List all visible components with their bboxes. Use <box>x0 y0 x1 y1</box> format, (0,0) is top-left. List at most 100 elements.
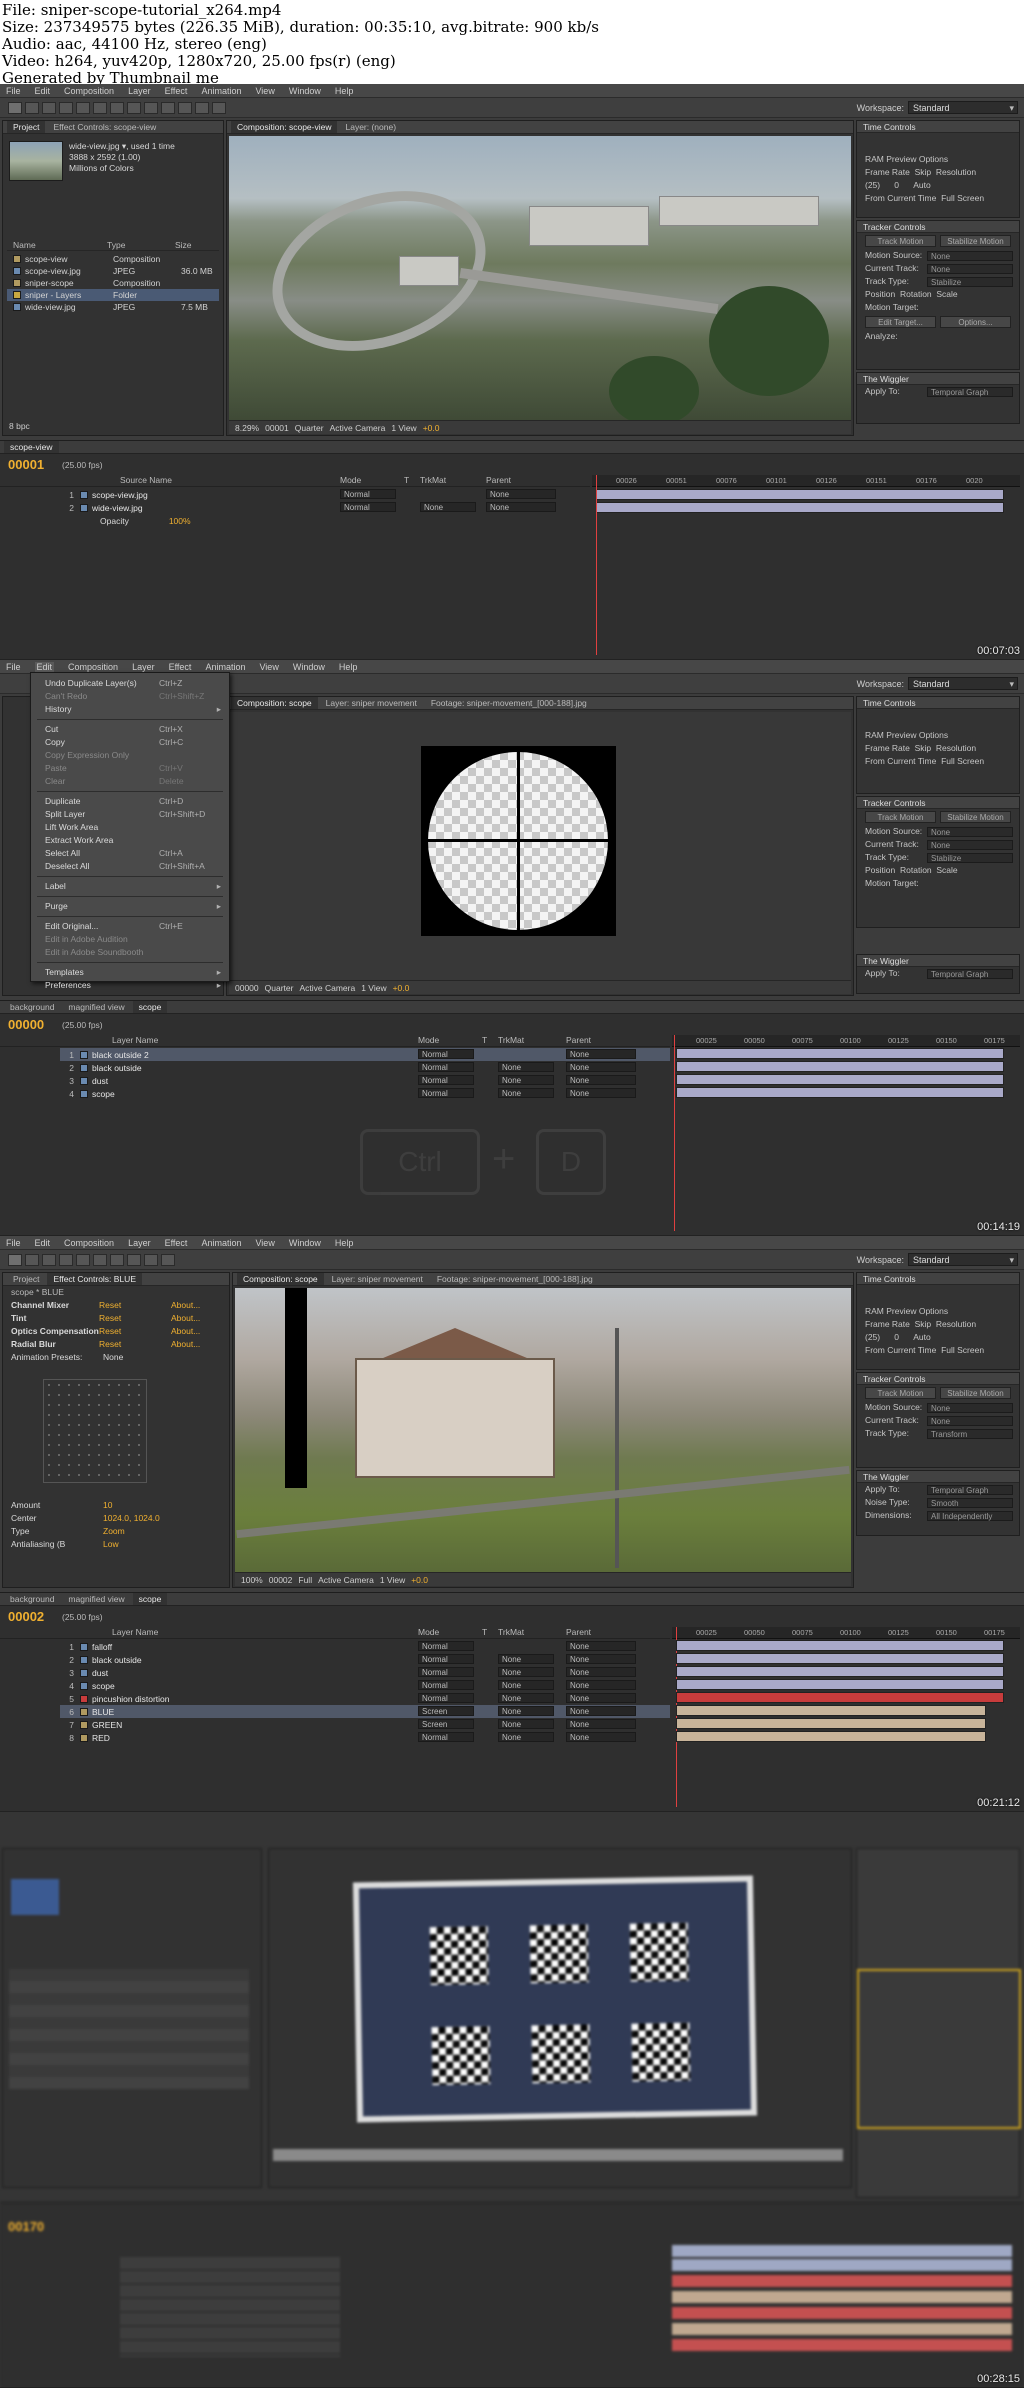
layer-label-color[interactable] <box>80 1733 88 1742</box>
timeline-layer-row[interactable]: 1 black outside 2 Normal None <box>60 1048 670 1061</box>
timeline-layer-row[interactable]: 1 scope-view.jpg Normal None <box>60 488 590 501</box>
resolution-value[interactable]: Auto <box>913 180 931 190</box>
full-screen-checkbox[interactable]: Full Screen <box>941 193 984 203</box>
layer-mode-dropdown[interactable]: Screen <box>418 1719 474 1729</box>
menu-animation[interactable]: Animation <box>201 86 241 96</box>
menu-edit[interactable]: Edit <box>35 1238 51 1248</box>
current-frame[interactable]: 00000 <box>235 983 259 993</box>
track-type-dropdown[interactable]: Transform <box>927 1429 1013 1439</box>
edit-menu-item[interactable]: Edit Original... Ctrl+E <box>31 920 229 933</box>
layer-name[interactable]: BLUE <box>92 1707 114 1717</box>
footage-scrubber[interactable] <box>273 2149 843 2161</box>
timeline-tab-background[interactable]: background <box>4 1593 60 1605</box>
layer-label-color[interactable] <box>80 1089 88 1098</box>
layer-parent-dropdown[interactable]: None <box>566 1049 636 1059</box>
menu-animation[interactable]: Animation <box>205 662 245 672</box>
apply-to-dropdown[interactable]: Temporal Graph <box>927 1485 1013 1495</box>
edit-menu-item[interactable]: Templates ▸ <box>31 966 229 979</box>
timeline-layer-row[interactable]: 4 scope Normal None None <box>60 1679 670 1692</box>
effect-reset-link[interactable]: Reset <box>99 1338 121 1351</box>
timeline-tab-magnified-view[interactable]: magnified view <box>62 1593 130 1605</box>
motion-source-dropdown[interactable]: None <box>927 1403 1013 1413</box>
from-current-time-checkbox[interactable]: From Current Time <box>865 193 936 203</box>
layer-duration-bar[interactable] <box>676 1666 1004 1677</box>
menu-edit[interactable]: Edit <box>34 661 55 672</box>
col-source-name[interactable]: Source Name <box>120 475 172 485</box>
parameter-value[interactable]: 1024.0, 1024.0 <box>103 1512 160 1525</box>
effect-reset-link[interactable]: Reset <box>99 1312 121 1325</box>
layer-duration-bar[interactable] <box>676 1731 986 1742</box>
layer-duration-bar[interactable] <box>676 1087 1004 1098</box>
layer-mode-dropdown[interactable]: Normal <box>418 1062 474 1072</box>
from-current-time-checkbox[interactable]: From Current Time <box>865 1345 936 1355</box>
menu-file[interactable]: File <box>6 86 21 96</box>
camera-tool-icon[interactable] <box>76 1254 90 1266</box>
tab-project[interactable]: Project <box>7 121 46 133</box>
tab-footage[interactable]: Footage: sniper-movement_[000-188].jpg <box>431 1273 599 1285</box>
timeline-tab-background[interactable]: background <box>4 1001 60 1013</box>
stabilize-motion-button[interactable]: Stabilize Motion <box>940 1387 1011 1399</box>
layer-name[interactable]: pincushion distortion <box>92 1694 170 1704</box>
menu-window[interactable]: Window <box>289 86 321 96</box>
project-item-row[interactable]: sniper - Layers Folder <box>7 289 219 301</box>
timeline-tab-scope-view[interactable]: scope-view <box>4 441 59 453</box>
timeline-layer-row[interactable]: 2 black outside Normal None None <box>60 1061 670 1074</box>
tab-effect-controls[interactable]: Effect Controls: scope-view <box>47 121 162 133</box>
current-frame[interactable]: 00002 <box>269 1575 293 1585</box>
col-layer-name[interactable]: Layer Name <box>112 1627 158 1637</box>
rotate-tool-icon[interactable] <box>59 102 73 114</box>
layer-mode-dropdown[interactable]: Normal <box>418 1641 474 1651</box>
bpc-indicator[interactable]: 8 bpc <box>9 421 30 431</box>
edit-menu-item[interactable]: Deselect All Ctrl+Shift+A <box>31 860 229 873</box>
timeline-layer-row[interactable]: 3 dust Normal None None <box>60 1666 670 1679</box>
layer-parent-dropdown[interactable]: None <box>566 1732 636 1742</box>
brush-tool-icon[interactable] <box>161 1254 175 1266</box>
layer-duration-bar[interactable] <box>676 1718 986 1729</box>
workspace-dropdown[interactable]: Standard <box>908 101 1018 114</box>
layer-trkmat-dropdown[interactable]: None <box>498 1680 554 1690</box>
composition-viewer[interactable] <box>229 712 851 980</box>
zoom-level[interactable]: 8.29% <box>235 423 259 433</box>
layer-mode-dropdown[interactable]: Normal <box>418 1075 474 1085</box>
effect-name[interactable]: Radial Blur <box>11 1339 56 1349</box>
views-dropdown[interactable]: 1 View <box>391 423 416 433</box>
layer-label-color[interactable] <box>80 1076 88 1085</box>
views-dropdown[interactable]: 1 View <box>361 983 386 993</box>
layer-parent-dropdown[interactable]: None <box>566 1088 636 1098</box>
layer-duration-bar[interactable] <box>676 1074 1004 1085</box>
layer-mode-dropdown[interactable]: Normal <box>418 1667 474 1677</box>
col-parent[interactable]: Parent <box>486 475 511 485</box>
dimensions-dropdown[interactable]: All Independently <box>927 1511 1013 1521</box>
col-mode[interactable]: Mode <box>418 1627 439 1637</box>
zoom-tool-icon[interactable] <box>42 102 56 114</box>
effect-name[interactable]: Tint <box>11 1313 26 1323</box>
menu-file[interactable]: File <box>6 662 21 672</box>
tab-layer[interactable]: Layer: sniper movement <box>326 1273 429 1285</box>
layer-trkmat-dropdown[interactable]: None <box>498 1667 554 1677</box>
timecode[interactable]: 00170 <box>8 2219 44 2234</box>
layer-trkmat-dropdown[interactable]: None <box>498 1075 554 1085</box>
layer-mode-dropdown[interactable]: Normal <box>340 502 396 512</box>
layer-name[interactable]: falloff <box>92 1642 112 1652</box>
timeline-layer-row[interactable]: 8 RED Normal None None <box>60 1731 670 1744</box>
layer-name[interactable]: wide-view.jpg <box>92 503 143 513</box>
col-parent[interactable]: Parent <box>566 1035 591 1045</box>
timeline-layer-row[interactable]: 7 GREEN Screen None None <box>60 1718 670 1731</box>
stabilize-motion-button[interactable]: Stabilize Motion <box>940 235 1011 247</box>
layer-label-color[interactable] <box>80 1668 88 1677</box>
tab-layer[interactable]: Layer: (none) <box>339 121 402 133</box>
skip-value[interactable]: 0 <box>894 180 899 190</box>
layer-label-color[interactable] <box>80 1694 88 1703</box>
timeline-layer-row[interactable]: 3 dust Normal None None <box>60 1074 670 1087</box>
composition-viewer[interactable] <box>235 1288 851 1572</box>
layer-label-color[interactable] <box>80 1063 88 1072</box>
time-ruler[interactable]: 00025 00050 00075 00100 00125 00150 00175 <box>672 1627 1020 1639</box>
layer-trkmat-dropdown[interactable]: None <box>498 1654 554 1664</box>
effect-about-link[interactable]: About... <box>171 1299 200 1312</box>
position-checkbox[interactable]: Position <box>865 865 895 875</box>
from-current-time-checkbox[interactable]: From Current Time <box>865 756 936 766</box>
edit-menu-item[interactable]: Undo Duplicate Layer(s) Ctrl+Z <box>31 677 229 690</box>
pan-behind-tool-icon[interactable] <box>93 1254 107 1266</box>
menu-effect[interactable]: Effect <box>165 1238 188 1248</box>
resolution-dropdown[interactable]: Quarter <box>265 983 294 993</box>
